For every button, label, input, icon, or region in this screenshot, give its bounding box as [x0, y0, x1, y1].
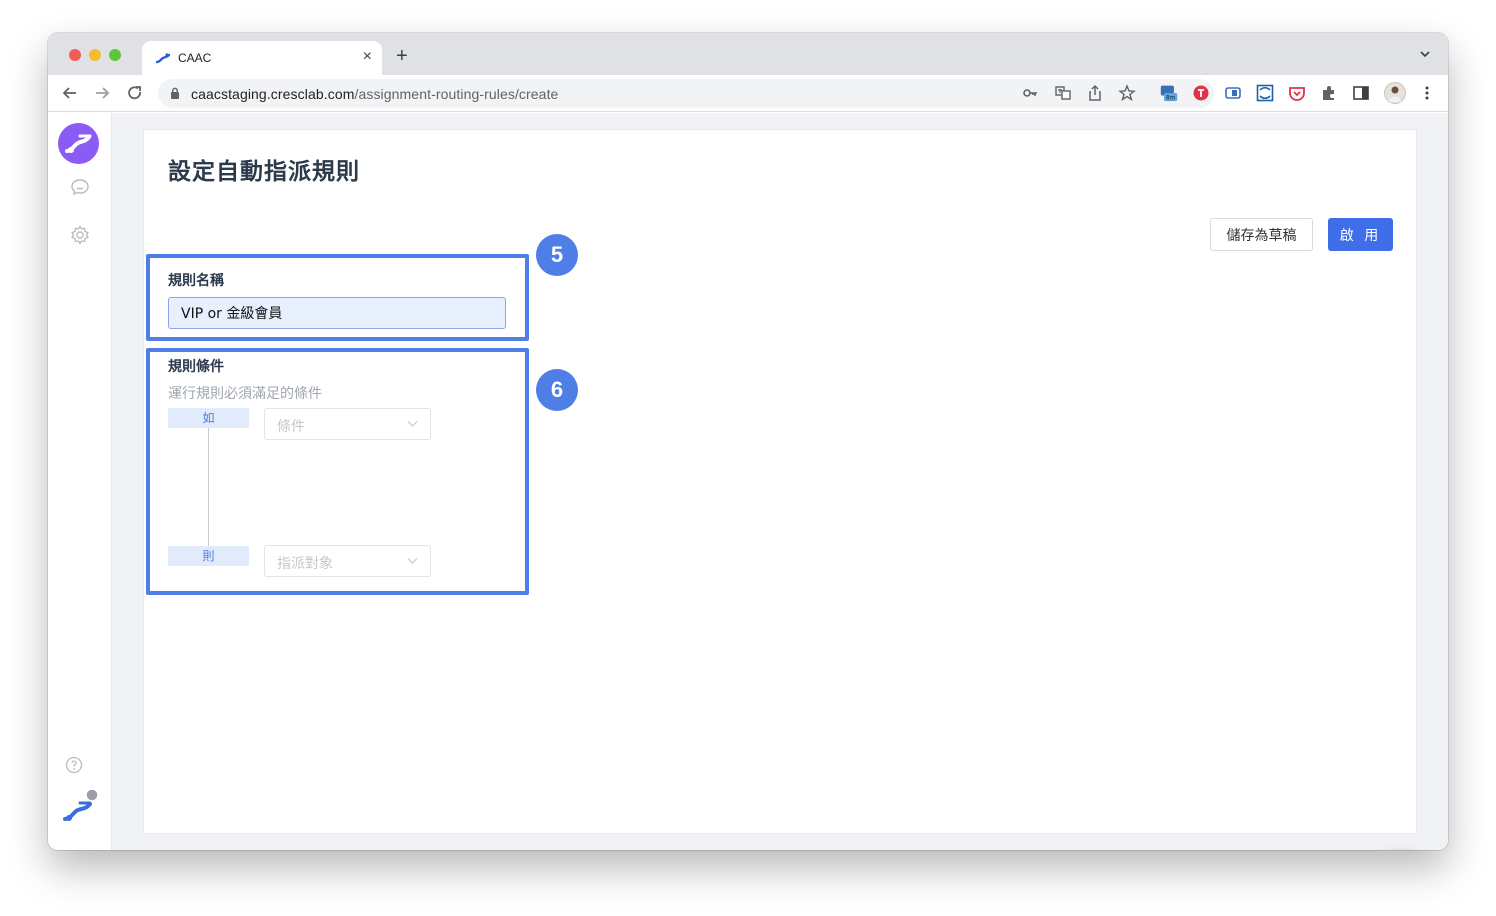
step-badge-6: 6: [536, 369, 578, 411]
pocket-icon[interactable]: [1288, 84, 1306, 102]
tab-close-icon[interactable]: ×: [363, 48, 372, 66]
rule-name-highlight-box: [146, 254, 529, 341]
app-sidebar: [48, 113, 112, 850]
share-icon[interactable]: [1086, 84, 1104, 102]
app-body: 設定自動指派規則 儲存為草稿 啟 用 規則名稱 規則條件 運行規則必須滿足的條件…: [48, 113, 1448, 850]
profile-avatar[interactable]: [1384, 82, 1406, 104]
calendar-extension-icon[interactable]: 8m: [1160, 84, 1178, 102]
user-avatar-logo[interactable]: [63, 788, 101, 822]
page-title: 設定自動指派規則: [168, 158, 360, 184]
brand-logo[interactable]: [58, 123, 99, 164]
chevron-down-icon[interactable]: [1418, 47, 1432, 61]
browser-toolbar: caacstaging.cresclab.com/assignment-rout…: [48, 75, 1448, 112]
tab-strip: CAAC × +: [48, 33, 1448, 75]
red-extension-icon[interactable]: [1192, 84, 1210, 102]
cresclab-logo-icon: [65, 134, 92, 153]
lock-icon: [171, 87, 179, 99]
new-tab-button[interactable]: +: [396, 45, 408, 68]
step-badge-5: 5: [536, 234, 578, 276]
browser-window: CAAC × + caacstaging.cresclab.com/assign…: [48, 33, 1448, 850]
minimize-window-button[interactable]: [89, 49, 101, 61]
translate-icon[interactable]: [1054, 84, 1072, 102]
star-icon[interactable]: [1118, 84, 1136, 102]
save-draft-button[interactable]: 儲存為草稿: [1210, 218, 1313, 251]
browser-tab[interactable]: CAAC ×: [142, 41, 382, 75]
puzzle-icon[interactable]: [1320, 84, 1338, 102]
maximize-window-button[interactable]: [109, 49, 121, 61]
enable-button[interactable]: 啟 用: [1328, 218, 1393, 251]
reload-icon[interactable]: [126, 84, 144, 102]
chat-icon[interactable]: [70, 177, 90, 197]
more-menu-icon[interactable]: [1418, 84, 1436, 102]
rule-conditions-highlight-box: [146, 348, 529, 595]
address-bar[interactable]: caacstaging.cresclab.com/assignment-rout…: [158, 79, 1214, 108]
gear-icon[interactable]: [70, 225, 90, 245]
tab-extension-icon[interactable]: [1224, 84, 1242, 102]
side-panel-icon[interactable]: [1352, 84, 1370, 102]
url-text: caacstaging.cresclab.com/assignment-rout…: [191, 86, 558, 102]
help-icon[interactable]: [65, 756, 83, 774]
extension-badge: 8m: [1166, 96, 1176, 102]
url-host: caacstaging.cresclab.com: [191, 86, 355, 102]
cresclab-favicon-icon: [156, 53, 170, 64]
back-arrow-icon[interactable]: [61, 84, 79, 102]
forward-arrow-icon[interactable]: [93, 84, 111, 102]
url-path: /assignment-routing-rules/create: [354, 86, 559, 102]
close-window-button[interactable]: [69, 49, 81, 61]
key-icon[interactable]: [1022, 84, 1040, 102]
tab-title: CAAC: [178, 51, 212, 65]
screenshot-extension-icon[interactable]: [1256, 84, 1274, 102]
